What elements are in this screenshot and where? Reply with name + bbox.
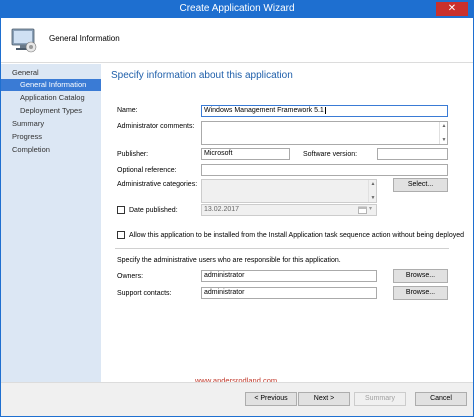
sidebar-item-general[interactable]: General — [1, 67, 101, 79]
admin-comments-label: Administrator comments: — [117, 123, 195, 130]
allow-install-checkbox[interactable] — [117, 231, 125, 239]
sidebar-item-deployment-types[interactable]: Deployment Types — [1, 105, 101, 117]
support-contacts-field[interactable]: administrator — [201, 287, 377, 299]
sidebar-item-application-catalog[interactable]: Application Catalog — [1, 92, 101, 104]
window-title: Create Application Wizard — [179, 3, 295, 14]
owners-field[interactable]: administrator — [201, 270, 377, 282]
optional-reference-field[interactable] — [201, 164, 448, 176]
date-published-checkbox[interactable] — [117, 206, 125, 214]
wizard-content: Specify information about this applicati… — [101, 64, 473, 382]
software-version-field[interactable] — [377, 148, 448, 160]
publisher-label: Publisher: — [117, 151, 149, 158]
date-published-field[interactable]: 13.02.2017 — [201, 204, 377, 216]
owners-label: Owners: — [117, 273, 144, 280]
wizard-sidebar: General General Information Application … — [1, 64, 101, 382]
scroll-up-icon[interactable]: ▲ — [369, 180, 377, 188]
sidebar-item-completion[interactable]: Completion — [1, 144, 101, 156]
summary-button[interactable]: Summary — [354, 392, 406, 406]
wizard-footer: < Previous Next > Summary Cancel — [1, 382, 473, 416]
admin-categories-label: Administrative categories: — [117, 181, 198, 188]
scroll-down-icon[interactable]: ▼ — [440, 136, 448, 144]
header-title: General Information — [49, 34, 120, 43]
calendar-icon[interactable] — [358, 206, 367, 214]
sidebar-item-progress[interactable]: Progress — [1, 131, 101, 143]
chevron-down-icon[interactable]: ▾ — [369, 205, 372, 212]
admin-comments-scrollbar[interactable]: ▲ ▼ — [439, 122, 447, 144]
name-field[interactable]: Windows Management Framework 5.1 — [201, 105, 448, 117]
publisher-field[interactable]: Microsoft — [201, 148, 290, 160]
admin-categories-scrollbar[interactable]: ▲ ▼ — [368, 180, 376, 202]
computer-icon — [11, 28, 37, 53]
admin-categories-list[interactable]: ▲ ▼ — [201, 179, 377, 203]
page-heading: Specify information about this applicati… — [111, 70, 293, 81]
support-contacts-label: Support contacts: — [117, 290, 172, 297]
software-version-label: Software version: — [303, 151, 358, 158]
sidebar-item-summary[interactable]: Summary — [1, 118, 101, 130]
text-cursor — [324, 107, 326, 114]
previous-button[interactable]: < Previous — [245, 392, 297, 406]
optional-reference-label: Optional reference: — [117, 167, 177, 174]
date-published-label: Date published: — [129, 207, 178, 214]
name-value: Windows Management Framework 5.1 — [204, 107, 324, 114]
select-categories-button[interactable]: Select... — [393, 178, 448, 192]
wizard-header: General Information — [1, 18, 473, 63]
close-button[interactable]: ✕ — [436, 2, 468, 16]
date-published-value: 13.02.2017 — [204, 206, 240, 213]
title-bar: Create Application Wizard ✕ — [0, 0, 474, 18]
sidebar-item-general-information[interactable]: General Information — [1, 79, 101, 91]
scroll-up-icon[interactable]: ▲ — [440, 122, 448, 130]
admin-comments-field[interactable]: ▲ ▼ — [201, 121, 448, 145]
allow-install-label: Allow this application to be installed f… — [129, 232, 465, 239]
section-divider — [115, 248, 449, 249]
owners-browse-button[interactable]: Browse... — [393, 269, 448, 283]
responsible-users-text: Specify the administrative users who are… — [117, 257, 341, 264]
scroll-down-icon[interactable]: ▼ — [369, 194, 377, 202]
next-button[interactable]: Next > — [298, 392, 350, 406]
cancel-button[interactable]: Cancel — [415, 392, 467, 406]
support-browse-button[interactable]: Browse... — [393, 286, 448, 300]
name-label: Name: — [117, 107, 138, 114]
